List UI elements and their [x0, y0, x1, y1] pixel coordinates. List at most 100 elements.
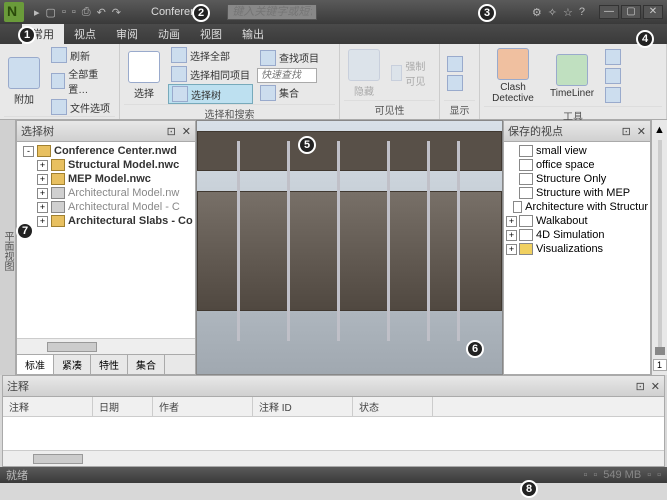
status-icon[interactable]: ▫	[657, 469, 661, 481]
col-author[interactable]: 作者	[153, 397, 253, 416]
display-icon	[447, 75, 463, 91]
col-id[interactable]: 注释 ID	[253, 397, 353, 416]
toolbar-icon[interactable]: ☆	[563, 6, 573, 19]
qat-save-as-icon[interactable]: ▫	[72, 6, 76, 19]
close-panel-icon[interactable]: ✕	[637, 125, 646, 138]
toolbar-icon[interactable]: ⚙	[532, 6, 542, 19]
pin-icon[interactable]: ⊡	[167, 125, 176, 138]
annot-scrollbar[interactable]	[3, 450, 664, 466]
qat-print-icon[interactable]: ⎙	[82, 6, 91, 19]
tab-view[interactable]: 视图	[190, 24, 232, 44]
col-status[interactable]: 状态	[353, 397, 433, 416]
select-same-button[interactable]: 选择相同项目	[168, 65, 253, 83]
status-icon[interactable]: ▫	[593, 469, 597, 481]
pin-icon[interactable]: ⊡	[622, 125, 631, 138]
viewpoint-item[interactable]: small view	[506, 144, 648, 158]
selection-tree[interactable]: -Conference Center.nwd+Structural Model.…	[17, 142, 195, 338]
tab-animation[interactable]: 动画	[148, 24, 190, 44]
display-button-1[interactable]	[444, 55, 466, 73]
viewpoint-item[interactable]: office space	[506, 158, 648, 172]
quick-find-input[interactable]	[257, 68, 317, 83]
tree-item-label: Architectural Slabs - Co	[68, 215, 193, 227]
tree-item[interactable]: +Architectural Model.nw	[19, 186, 193, 200]
tool-button[interactable]	[602, 86, 624, 104]
saved-viewpoints-list[interactable]: small viewoffice spaceStructure OnlyStru…	[504, 142, 650, 374]
minimize-button[interactable]: —	[599, 5, 619, 19]
viewpoint-label: Structure with MEP	[536, 187, 630, 199]
viewpoint-item[interactable]: +4D Simulation	[506, 228, 648, 242]
append-button[interactable]: 附加	[4, 55, 44, 108]
clash-detective-button[interactable]: Clash Detective	[484, 46, 542, 106]
plan-view-tab[interactable]: 平面视图	[0, 120, 16, 375]
pin-icon[interactable]: ⊡	[636, 380, 645, 393]
select-all-button[interactable]: 选择全部	[168, 46, 253, 64]
viewpoint-item[interactable]: + Visualizations	[506, 242, 648, 256]
vertical-slider[interactable]	[658, 140, 662, 355]
keyword-search-input[interactable]	[227, 4, 317, 20]
visible-icon	[391, 65, 402, 81]
tree-item[interactable]: + Architectural Slabs - Co	[19, 214, 193, 228]
tab-standard[interactable]: 标准	[17, 355, 54, 374]
reset-all-button[interactable]: 全部重置…	[48, 65, 115, 97]
slider-value-input[interactable]	[653, 359, 667, 371]
display-button-2[interactable]	[444, 74, 466, 92]
tool-button[interactable]	[602, 48, 624, 66]
expand-icon[interactable]: +	[37, 216, 48, 227]
col-date[interactable]: 日期	[93, 397, 153, 416]
status-icon[interactable]: ▫	[583, 469, 587, 481]
tree-item[interactable]: +Structural Model.nwc	[19, 158, 193, 172]
qat-redo-icon[interactable]: ↷	[112, 6, 121, 19]
col-annotation[interactable]: 注释	[3, 397, 93, 416]
annotations-table[interactable]: 注释 日期 作者 注释 ID 状态	[3, 397, 664, 450]
force-visible-button[interactable]: 强制可见	[388, 57, 435, 89]
tab-viewpoint[interactable]: 视点	[64, 24, 106, 44]
timeliner-button[interactable]: TimeLiner	[546, 52, 598, 101]
expand-icon[interactable]: +	[506, 216, 517, 227]
maximize-button[interactable]: ▢	[621, 5, 641, 19]
tree-item[interactable]: -Conference Center.nwd	[19, 144, 193, 158]
expand-icon[interactable]: +	[506, 244, 517, 255]
expand-icon[interactable]: +	[37, 174, 48, 185]
toolbar-icon[interactable]: ✧	[548, 6, 557, 19]
viewpoint-item[interactable]: Architecture with Structur	[506, 200, 648, 214]
expand-icon[interactable]: +	[37, 160, 48, 171]
tab-properties[interactable]: 特性	[91, 355, 128, 374]
refresh-button[interactable]: 刷新	[48, 46, 115, 64]
file-options-button[interactable]: 文件选项	[48, 98, 115, 116]
viewpoint-item[interactable]: Structure Only	[506, 172, 648, 186]
expand-icon[interactable]: +	[37, 202, 48, 213]
callout-3: 3	[478, 4, 496, 22]
viewpoint-item[interactable]: +Walkabout	[506, 214, 648, 228]
selection-tree-button[interactable]: 选择树	[168, 84, 253, 104]
hide-button[interactable]: 隐藏	[344, 47, 384, 100]
qat-undo-icon[interactable]: ↶	[97, 6, 106, 19]
slider-top-icon[interactable]: ▲	[654, 124, 665, 136]
tree-scrollbar[interactable]	[17, 338, 195, 354]
close-panel-icon[interactable]: ✕	[182, 125, 191, 138]
find-items-button[interactable]: 查找项目	[257, 49, 322, 67]
select-button[interactable]: 选择	[124, 49, 164, 102]
expand-icon[interactable]: +	[37, 188, 48, 199]
tab-output[interactable]: 输出	[232, 24, 274, 44]
expand-icon[interactable]: -	[23, 146, 34, 157]
workspace: 平面视图 选择树 ⊡ ✕ -Conference Center.nwd+Stru…	[0, 120, 667, 375]
viewpoint-item[interactable]: Structure with MEP	[506, 186, 648, 200]
qat-folder-icon[interactable]: ▢	[46, 6, 56, 19]
tab-sets[interactable]: 集合	[128, 355, 165, 374]
close-panel-icon[interactable]: ✕	[651, 380, 660, 393]
qat-save-icon[interactable]: ▫	[62, 6, 66, 19]
tree-item[interactable]: +MEP Model.nwc	[19, 172, 193, 186]
tree-item[interactable]: +Architectural Model - C	[19, 200, 193, 214]
sets-button[interactable]: 集合	[257, 84, 322, 102]
expand-icon[interactable]: +	[506, 230, 517, 241]
app-logo[interactable]	[4, 2, 24, 22]
tab-compact[interactable]: 紧凑	[54, 355, 91, 374]
tab-review[interactable]: 审阅	[106, 24, 148, 44]
3d-viewport[interactable]	[196, 120, 503, 375]
viewpoint-label: Visualizations	[536, 243, 603, 255]
close-button[interactable]: ✕	[643, 5, 663, 19]
status-icon[interactable]: ▫	[647, 469, 651, 481]
toolbar-icon[interactable]: ?	[579, 6, 585, 18]
tool-button[interactable]	[602, 67, 624, 85]
qat-open-icon[interactable]: ▸	[34, 6, 40, 19]
